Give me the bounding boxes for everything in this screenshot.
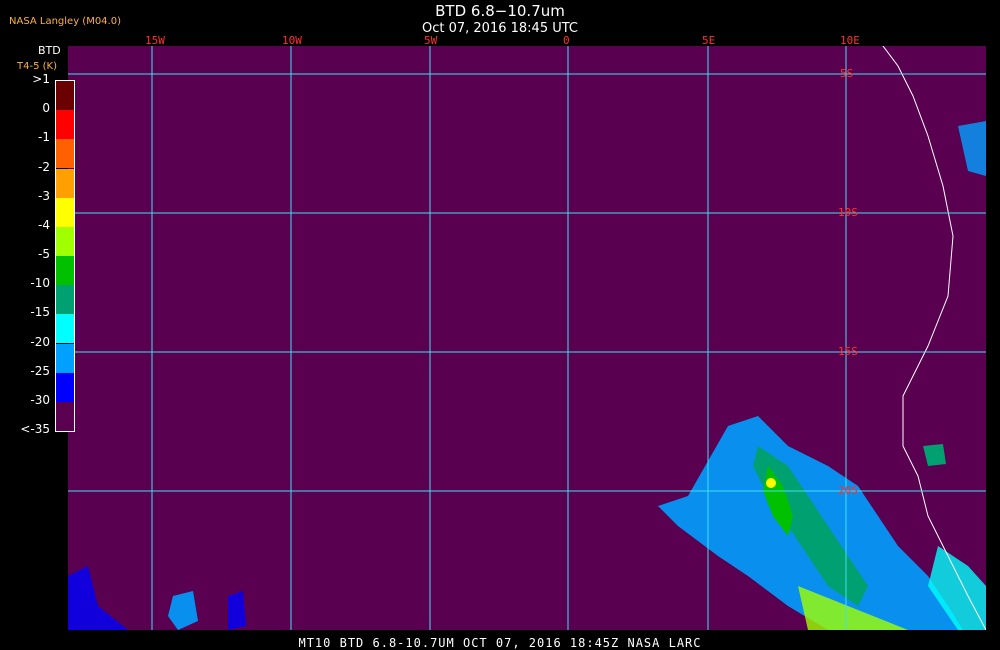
cloud-southwest-3 xyxy=(228,591,246,630)
lon-label-10w: 10W xyxy=(282,34,302,47)
cloud-peak xyxy=(766,478,776,488)
legend-label: -25 xyxy=(30,363,50,378)
legend-label: <-35 xyxy=(20,422,50,436)
legend-units: T4-5 (K) xyxy=(17,61,57,72)
lat-label-10s: 10S xyxy=(838,206,858,219)
legend-swatch xyxy=(56,168,74,198)
legend-swatch xyxy=(56,314,74,344)
lon-label-5e: 5E xyxy=(702,34,716,47)
legend-label: -15 xyxy=(30,305,50,320)
legend-swatch xyxy=(56,343,74,373)
legend-label: -2 xyxy=(38,159,50,174)
legend-label: -4 xyxy=(38,217,50,232)
legend-label: -1 xyxy=(38,130,50,145)
color-legend-bar xyxy=(55,80,75,432)
legend-title: BTD xyxy=(38,44,61,57)
map-title: BTD 6.8−10.7um xyxy=(435,2,565,20)
legend-label: >1 xyxy=(32,72,50,86)
lon-label-15w: 15W xyxy=(145,34,165,47)
lat-label-15s: 15S xyxy=(838,345,858,358)
legend-label: 0 xyxy=(42,101,50,116)
legend-label: -5 xyxy=(38,247,50,261)
legend-swatch xyxy=(56,81,74,111)
lat-label-5s: 5S xyxy=(840,67,854,80)
legend-label: -3 xyxy=(38,188,50,203)
lat-label-20s: 20S xyxy=(838,484,858,497)
legend-swatch xyxy=(56,372,74,402)
legend-swatch xyxy=(56,285,74,315)
legend-swatch xyxy=(56,256,74,286)
lon-label-0: 0 xyxy=(563,34,570,47)
legend-label: -20 xyxy=(30,334,50,349)
legend-label: -30 xyxy=(30,392,50,407)
map-canvas xyxy=(68,46,986,630)
legend-swatch xyxy=(56,401,74,431)
legend-swatch xyxy=(56,197,74,227)
legend-swatch xyxy=(56,226,74,256)
lon-label-10e: 10E xyxy=(840,34,860,47)
legend-label: -10 xyxy=(30,276,50,291)
legend-swatch xyxy=(56,139,74,169)
lon-label-5w: 5W xyxy=(424,34,438,47)
satellite-image xyxy=(68,46,986,630)
legend-swatch xyxy=(56,110,74,140)
producer-credit: NASA Langley (M04.0) xyxy=(9,16,121,27)
footer-caption: MT10 BTD 6.8-10.7UM OCT 07, 2016 18:45Z … xyxy=(298,636,702,650)
